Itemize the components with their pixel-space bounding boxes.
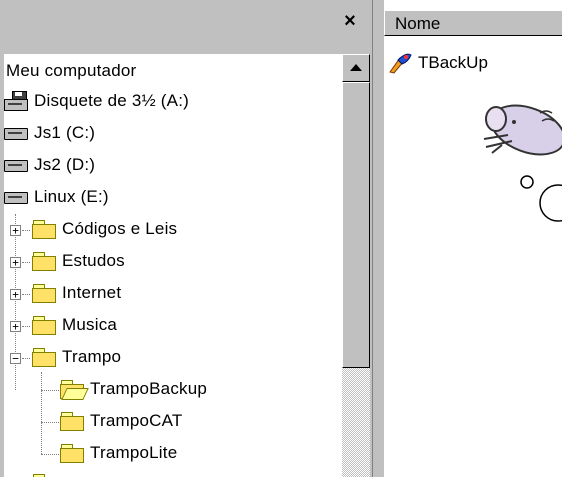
tree-connector [41,372,42,454]
tree-pane-header: × [0,0,372,38]
tree-item-label: TrampoBackup [90,379,208,398]
collapse-toggle[interactable]: − [10,353,21,364]
file-list-pane: Nome TBackUp [384,0,562,477]
folder-tree: Meu computador Disquete de 3½ (A:) Js1 (… [4,54,342,477]
tree-item-trampo[interactable]: Trampo [32,342,121,372]
tree-item-label: Meu computador [6,61,137,80]
tree-item-drive-e[interactable]: Linux (E:) [4,182,109,212]
folder-icon [32,348,56,367]
tree-item-label: Internet [62,283,122,302]
tree-item-estudos[interactable]: Estudos [32,246,125,276]
tree-connector [22,294,30,295]
tree-item-label: Linux (E:) [34,187,109,206]
folder-icon [32,284,56,303]
tree-item-trampocat[interactable]: TrampoCAT [60,406,182,436]
scroll-up-arrow-icon[interactable] [342,54,370,82]
expand-toggle[interactable]: + [10,257,21,268]
tree-vertical-scrollbar[interactable] [342,54,370,477]
file-item-label: TBackUp [418,53,488,72]
folder-icon [32,316,56,335]
tree-connector [41,454,59,455]
expand-toggle[interactable]: + [10,289,21,300]
file-item-tbackup[interactable]: TBackUp [388,50,488,76]
tree-item-drive-c[interactable]: Js1 (C:) [4,118,95,148]
folder-icon [60,444,84,463]
tree-item-internet[interactable]: Internet [32,278,121,308]
expand-toggle[interactable]: + [10,321,21,332]
close-pane-button[interactable]: × [338,10,362,32]
tree-item-drive-d[interactable]: Js2 (D:) [4,150,95,180]
tree-connector [22,326,30,327]
expand-toggle[interactable]: + [10,225,21,236]
folder-tree-pane: × Meu computador Disquete de 3½ (A:) Js1… [0,0,372,477]
scroll-thumb[interactable] [342,82,370,368]
tree-item-trampobackup[interactable]: TrampoBackup [60,374,207,404]
column-header-nome[interactable]: Nome [384,10,562,36]
folder-icon [32,220,56,239]
tree-item-label: Musica [62,315,118,334]
tree-item-label: Js1 (C:) [34,123,96,142]
hard-drive-icon [4,158,28,172]
tree-item-floppy-a[interactable]: Disquete de 3½ (A:) [4,86,189,116]
tree-item-label: Js2 (D:) [34,155,96,174]
tree-item-label: Disquete de 3½ (A:) [34,91,189,110]
tree-item-trampolite[interactable]: TrampoLite [60,438,177,468]
folder-open-icon [60,380,89,400]
tree-connector [41,390,59,391]
hard-drive-icon [4,126,28,140]
tree-item-codigos-e-leis[interactable]: Códigos e Leis [32,214,177,244]
tree-item-label: Estudos [62,251,125,270]
folder-icon [32,252,56,271]
tree-connector [22,230,30,231]
tree-item-label: Trampo [62,347,122,366]
floppy-drive-icon [4,91,28,111]
tree-connector [22,262,30,263]
tree-item-label: TrampoCAT [90,411,183,430]
folder-icon [60,412,84,431]
tree-item-musica[interactable]: Musica [32,310,117,340]
tree-connector [41,422,59,423]
tree-item-label: Códigos e Leis [62,219,178,238]
hard-drive-icon [4,190,28,204]
mouse-cartoon-icon [483,104,562,222]
tree-connector [22,358,30,359]
tree-item-partial[interactable] [32,468,56,477]
tree-item-label: TrampoLite [90,443,178,462]
tree-item-meu-computador[interactable]: Meu computador [6,56,136,86]
tbackup-app-icon [389,53,412,74]
